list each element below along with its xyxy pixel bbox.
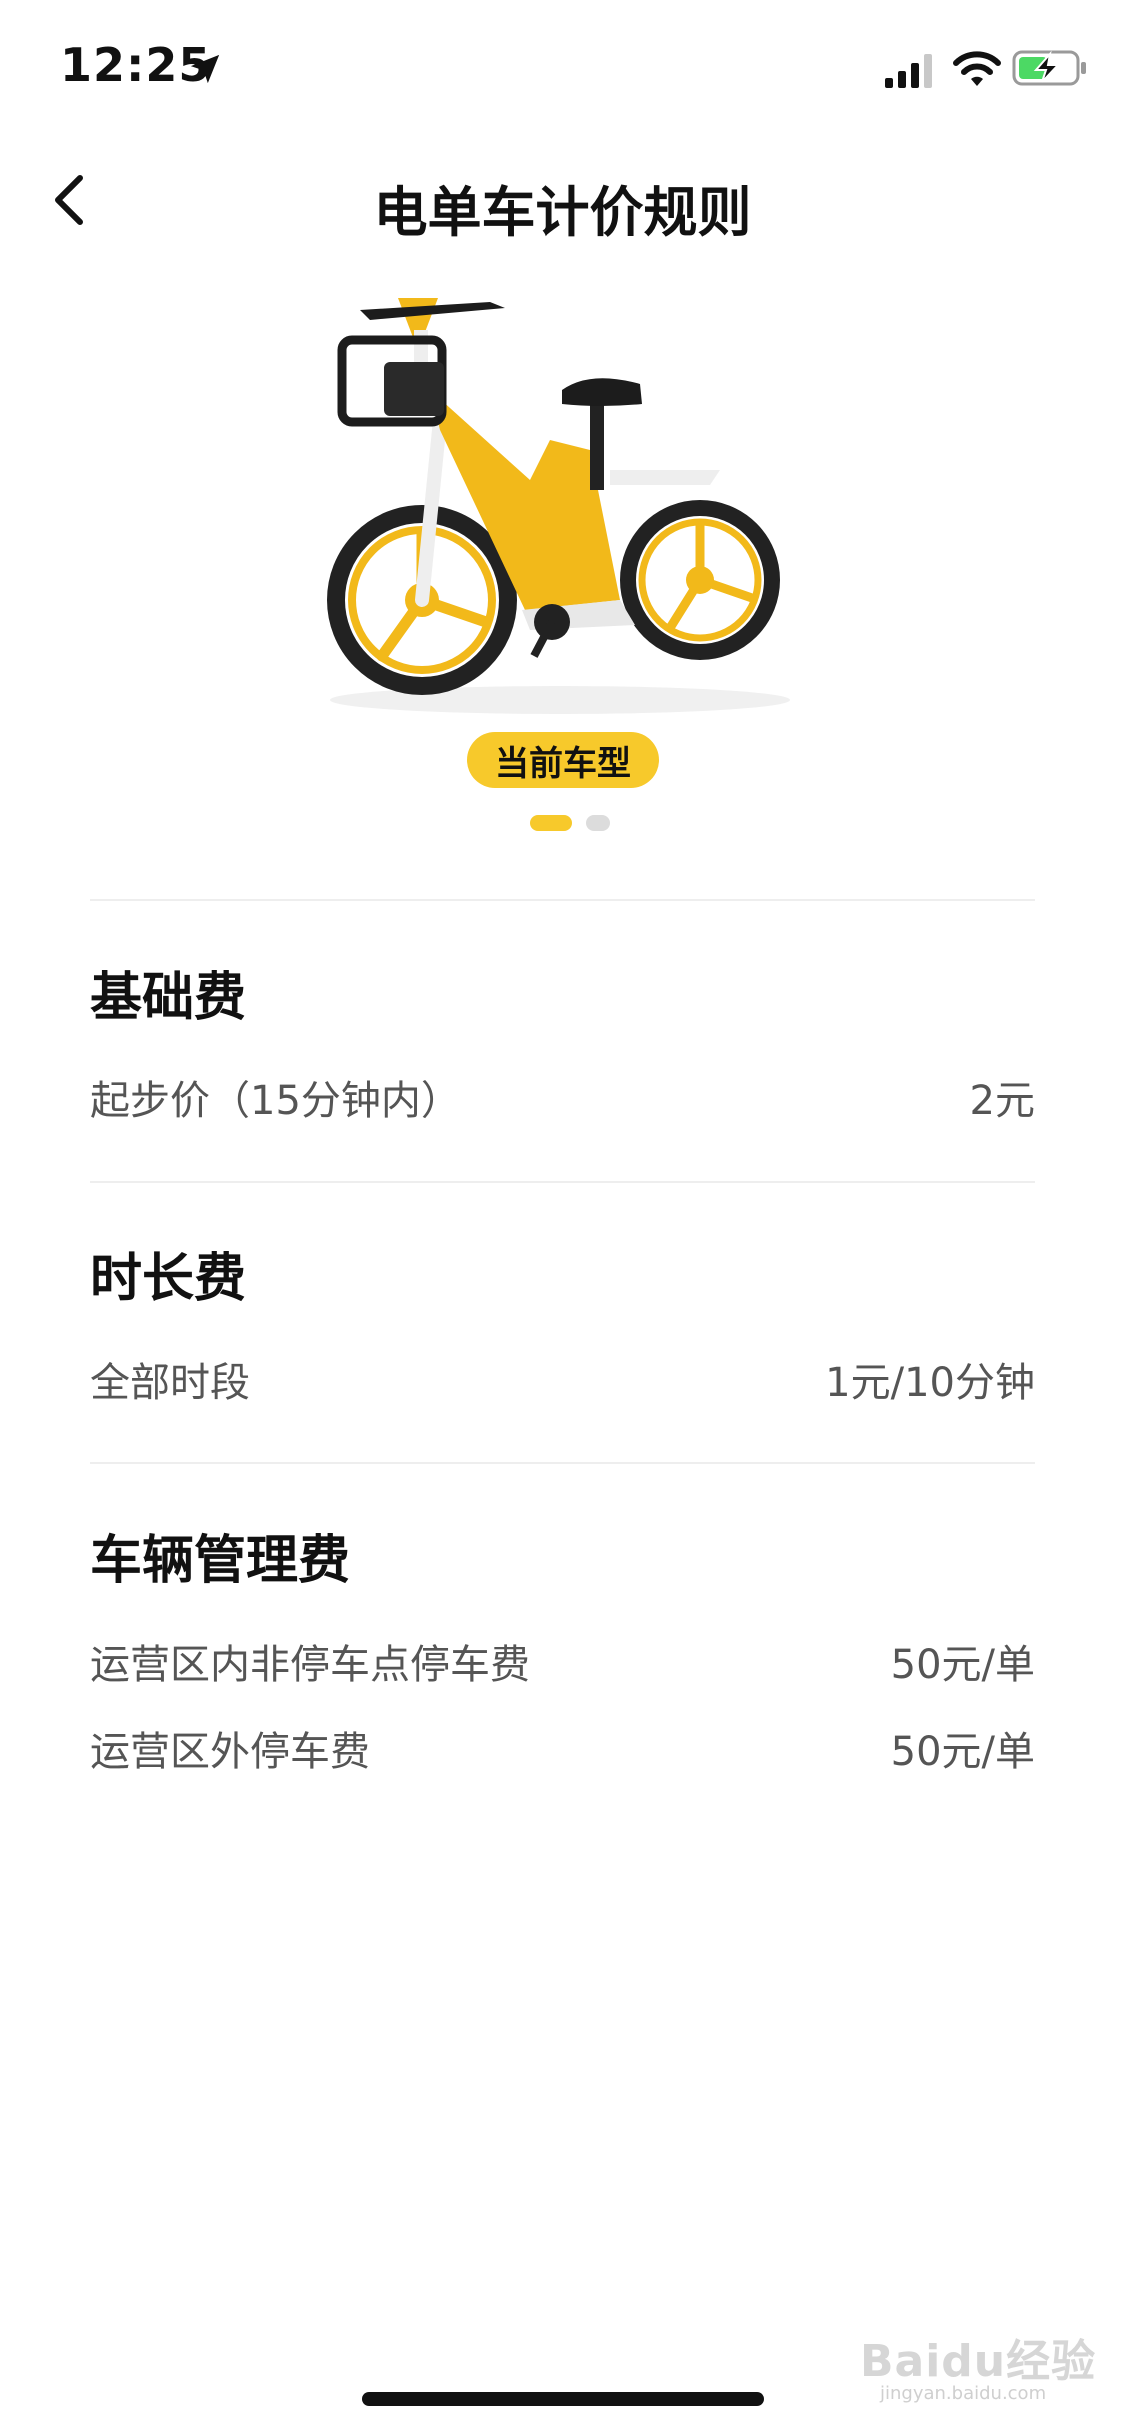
divider: [90, 899, 1035, 901]
location-arrow-icon: [190, 54, 220, 84]
row-label-non-parking-point-fee: 运营区内非停车点停车费: [90, 1642, 530, 1688]
row-value-non-parking-point-fee: 50元/单: [890, 1642, 1035, 1688]
row-label-outside-area-fee: 运营区外停车费: [90, 1729, 370, 1775]
row-value-outside-area-fee: 50元/单: [890, 1729, 1035, 1775]
row-label-starting-price: 起步价（15分钟内）: [90, 1078, 461, 1124]
row-value-starting-price: 2元: [969, 1078, 1035, 1124]
cellular-signal-icon: [885, 54, 932, 88]
status-bar: 12:25: [0, 0, 1125, 140]
watermark-url: jingyan.baidu.com: [880, 2383, 1047, 2404]
current-model-badge: 当前车型: [467, 732, 659, 788]
watermark-logo: Baidu经验: [860, 2336, 1097, 2387]
section-title-duration-fee: 时长费: [90, 1249, 247, 1309]
section-title-management-fee: 车辆管理费: [90, 1531, 351, 1591]
home-indicator[interactable]: [362, 2392, 764, 2406]
page-dot-active[interactable]: [530, 815, 572, 831]
battery-charging-icon: [1012, 50, 1086, 86]
page-title: 电单车计价规则: [373, 181, 752, 244]
page-dot[interactable]: [586, 815, 610, 831]
bike-image: [327, 298, 790, 714]
divider: [90, 1462, 1035, 1464]
bike-carousel[interactable]: 当前车型: [0, 280, 1125, 840]
carousel-page-indicator[interactable]: [0, 815, 1125, 835]
wifi-icon: [953, 51, 1001, 86]
row-value-all-periods: 1元/10分钟: [825, 1360, 1035, 1406]
section-title-base-fee: 基础费: [90, 968, 247, 1028]
divider: [90, 1181, 1035, 1183]
navigation-bar: 电单车计价规则: [0, 150, 1125, 250]
row-label-all-periods: 全部时段: [90, 1360, 250, 1406]
